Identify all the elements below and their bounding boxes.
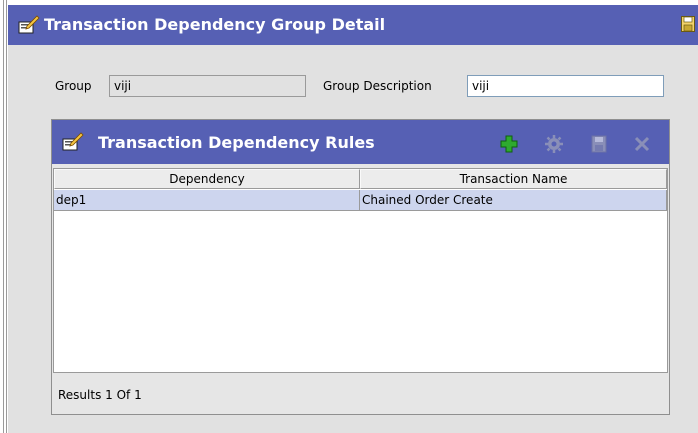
rules-table: Dependency Transaction Name dep1 Chained… xyxy=(53,168,668,373)
edit-detail-icon xyxy=(18,15,40,34)
results-count: Results 1 Of 1 xyxy=(58,388,142,402)
rules-panel-title: Transaction Dependency Rules xyxy=(98,133,375,152)
window-left-border xyxy=(0,0,7,433)
add-icon[interactable] xyxy=(499,134,519,154)
cell-dependency[interactable]: dep1 xyxy=(54,190,360,211)
table-header: Dependency Transaction Name xyxy=(54,169,667,189)
title-bar: Transaction Dependency Group Detail xyxy=(8,5,698,45)
delete-icon[interactable] xyxy=(632,134,652,154)
transaction-dependency-rules-panel: Transaction Dependency Rules Dependency xyxy=(51,119,670,415)
group-description-label: Group Description xyxy=(323,79,432,93)
table-row[interactable]: dep1 Chained Order Create xyxy=(54,190,667,211)
details-icon[interactable] xyxy=(544,134,564,154)
column-header-transaction-name[interactable]: Transaction Name xyxy=(360,169,667,189)
save-icon[interactable] xyxy=(681,16,695,32)
edit-detail-icon xyxy=(62,132,84,151)
group-label: Group xyxy=(55,79,92,93)
group-description-field[interactable] xyxy=(467,75,664,97)
page-title: Transaction Dependency Group Detail xyxy=(44,15,386,34)
rules-panel-header: Transaction Dependency Rules xyxy=(52,120,669,164)
save-icon[interactable] xyxy=(589,134,609,154)
column-header-dependency[interactable]: Dependency xyxy=(54,169,360,189)
cell-transaction-name[interactable]: Chained Order Create xyxy=(360,190,667,211)
group-field[interactable] xyxy=(109,75,306,97)
